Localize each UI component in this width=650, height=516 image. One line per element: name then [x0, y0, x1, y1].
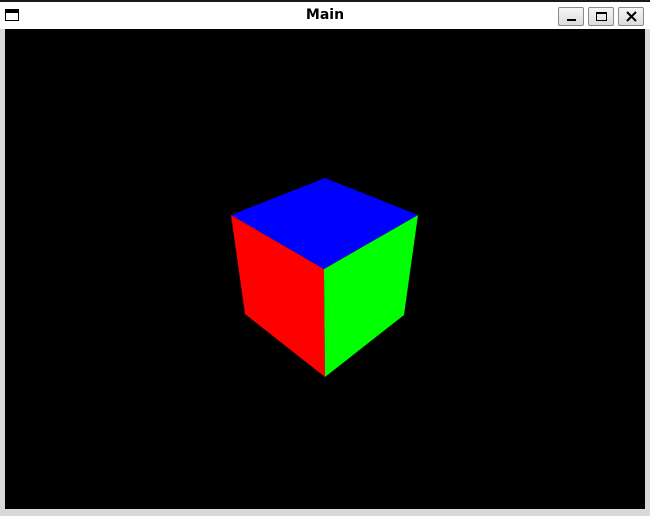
maximize-icon [596, 12, 607, 21]
minimize-button[interactable] [558, 7, 584, 26]
close-button[interactable] [618, 7, 644, 26]
window-title: Main [305, 7, 345, 23]
title-bar[interactable]: Main [0, 0, 650, 29]
minimize-icon [567, 19, 576, 21]
cube-scene [5, 29, 645, 509]
window-bottom-border [0, 509, 650, 516]
maximize-button[interactable] [588, 7, 614, 26]
close-icon [626, 11, 637, 22]
render-viewport[interactable] [5, 29, 645, 509]
app-window: Main [0, 0, 650, 516]
